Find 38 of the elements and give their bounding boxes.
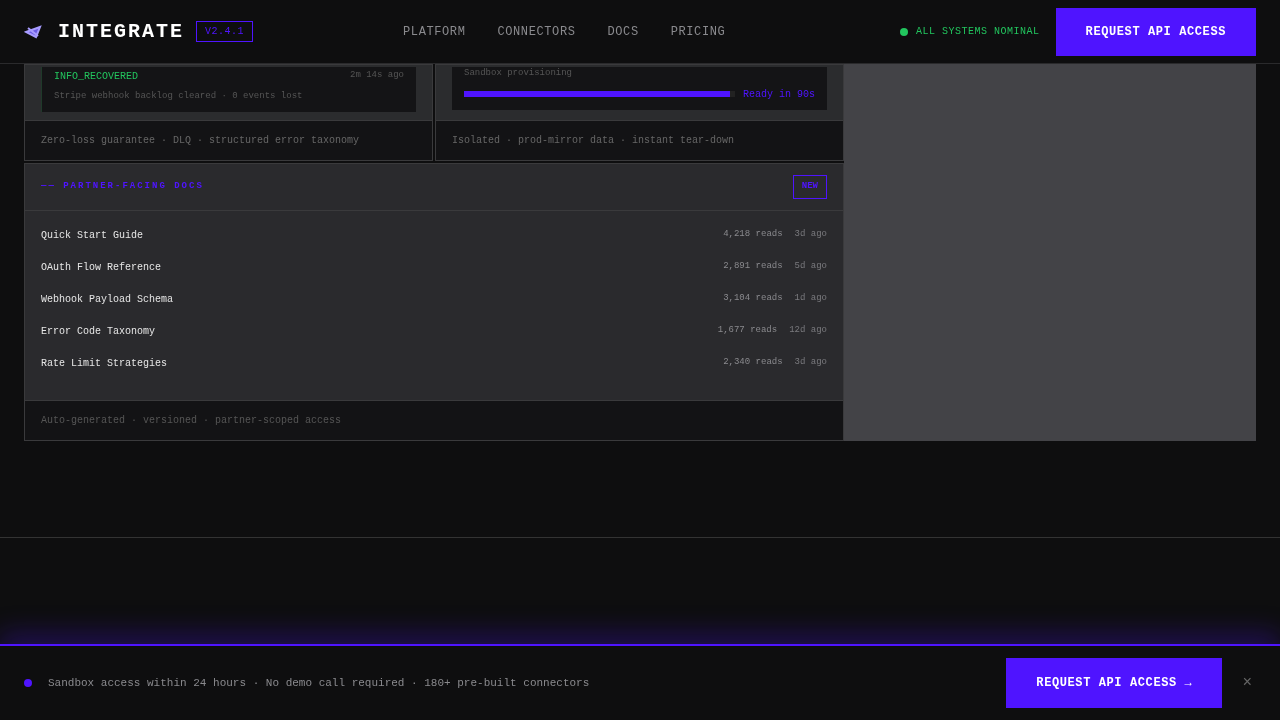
doc-reads: 2,340 reads (723, 356, 783, 370)
nav-link[interactable]: DOCS (607, 22, 639, 41)
status-label: ALL SYSTEMS NOMINAL (916, 25, 1040, 39)
docs-footer-text: Auto-generated · versioned · partner-scoped access (41, 414, 342, 428)
doc-age: 1d ago (794, 292, 827, 306)
docs-heading: —— PARTNER-FACING DOCS (41, 180, 204, 194)
brand-name: INTEGRATE (58, 18, 185, 45)
doc-row[interactable]: Quick Start Guide 4,218 reads 3d ago (41, 219, 827, 251)
doc-reads: 2,891 reads (723, 260, 783, 274)
log-code: INFO_RECOVERED (54, 70, 138, 84)
card-footer-text: Zero-loss guarantee · DLQ · structured error taxonomy (41, 134, 360, 148)
nav-link[interactable]: CONNECTORS (497, 22, 576, 41)
doc-row[interactable]: Rate Limit Strategies 2,340 reads 3d ago (41, 347, 827, 379)
request-access-button[interactable]: REQUEST API ACCESS (1055, 7, 1256, 56)
doc-row[interactable]: OAuth Flow Reference 2,891 reads 5d ago (41, 251, 827, 283)
doc-age: 3d ago (794, 356, 827, 370)
logo-icon (24, 23, 42, 40)
nav-link[interactable]: PRICING (670, 22, 726, 41)
doc-row[interactable]: Webhook Payload Schema 3,104 reads 1d ago (41, 283, 827, 315)
doc-title: Webhook Payload Schema (41, 292, 174, 307)
doc-age: 12d ago (789, 324, 827, 338)
doc-reads: 4,218 reads (723, 228, 783, 242)
doc-reads: 1,677 reads (717, 324, 778, 338)
doc-title: OAuth Flow Reference (41, 260, 162, 275)
doc-row[interactable]: Error Code Taxonomy 1,677 reads 12d ago (41, 315, 827, 347)
card-footer-text: Isolated · prod-mirror data · instant tear-down (452, 134, 735, 148)
nav-link[interactable]: PLATFORM (403, 22, 466, 41)
docs-badge: NEW (792, 175, 827, 199)
doc-title: Error Code Taxonomy (41, 324, 156, 339)
doc-title: Quick Start Guide (41, 228, 144, 243)
progress-reading: Ready in 90s (743, 87, 815, 102)
doc-reads: 3,104 reads (723, 292, 783, 306)
banner-text: Sandbox access within 24 hours · No demo call required · 180+ pre-built connectors (48, 675, 590, 691)
doc-age: 3d ago (794, 228, 827, 242)
doc-title: Rate Limit Strategies (41, 356, 168, 371)
request-access-button[interactable]: REQUEST API ACCESS → (1006, 658, 1223, 708)
doc-age: 5d ago (794, 260, 827, 274)
version-tag: V2.4.1 (196, 21, 254, 42)
